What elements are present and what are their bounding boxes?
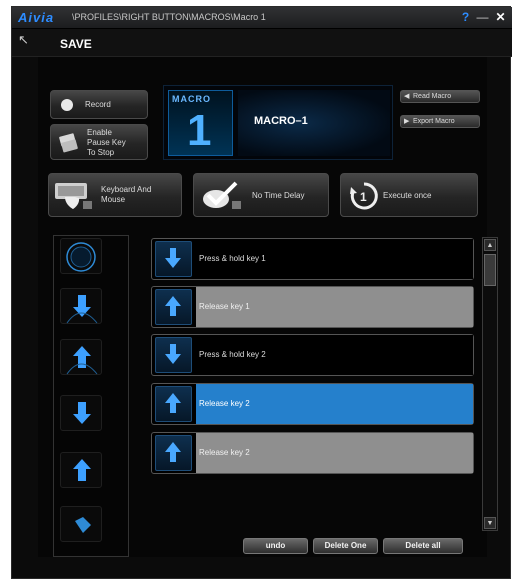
toolbar: ↖ SAVE bbox=[12, 29, 512, 57]
keyboard-and-mouse-label-1: Keyboard And bbox=[101, 185, 152, 194]
execute-once-label: Execute once bbox=[383, 191, 432, 200]
press-down-icon bbox=[73, 402, 91, 424]
macro-panel: MACRO 1 MACRO–1 bbox=[163, 85, 393, 160]
event-row[interactable]: Release key 2 bbox=[151, 432, 474, 474]
release-up-icon bbox=[73, 459, 91, 481]
event-row-label: Press & hold key 2 bbox=[196, 335, 473, 375]
macro-number: 1 bbox=[187, 106, 212, 155]
record-label: Record bbox=[85, 100, 111, 109]
breadcrumb-path: \PROFILES\RIGHT BUTTON\MACROS\Macro 1 bbox=[72, 12, 266, 22]
no-time-delay-button[interactable]: No Time Delay bbox=[193, 173, 329, 217]
no-time-delay-label: No Time Delay bbox=[252, 191, 305, 200]
tool-delay-button[interactable] bbox=[60, 238, 102, 274]
macro-name: MACRO–1 bbox=[254, 115, 308, 127]
event-row[interactable]: Press & hold key 2 bbox=[151, 334, 474, 376]
scroll-up-icon[interactable]: ▲ bbox=[484, 239, 496, 251]
back-arrow-icon[interactable]: ↖ bbox=[18, 32, 29, 48]
app-window: Aivia \PROFILES\RIGHT BUTTON\MACROS\Macr… bbox=[11, 6, 512, 579]
macro-editor: Record Enable Pause Key To Stop MACRO 1 … bbox=[38, 57, 498, 557]
delete-all-button[interactable]: Delete all bbox=[383, 538, 463, 554]
svg-text:1: 1 bbox=[360, 190, 367, 204]
read-macro-label: Read Macro bbox=[413, 93, 452, 100]
insert-tool-column bbox=[53, 235, 129, 557]
macro-panel-label: MACRO bbox=[172, 94, 211, 104]
export-macro-button[interactable]: ▶ Export Macro bbox=[400, 115, 480, 128]
press-down-icon bbox=[66, 295, 98, 324]
release-up-icon bbox=[155, 386, 192, 422]
enable-pause-label-3: To Stop bbox=[87, 148, 115, 157]
enable-pause-label-2: Pause Key bbox=[87, 138, 126, 147]
keyboard-and-mouse-label-2: Mouse bbox=[101, 195, 126, 204]
scroll-thumb[interactable] bbox=[484, 254, 496, 286]
keyboard-mouse-icon bbox=[55, 183, 92, 209]
close-icon[interactable]: ✕ bbox=[493, 10, 508, 25]
scroll-down-icon[interactable]: ▼ bbox=[484, 517, 496, 529]
checkmark-cup-icon bbox=[203, 181, 241, 209]
execute-once-button[interactable]: 1 Execute once bbox=[340, 173, 478, 217]
tool-press-alt-button[interactable] bbox=[60, 395, 102, 431]
keyboard-and-mouse-button[interactable]: Keyboard And Mouse bbox=[48, 173, 182, 217]
read-arrow-icon: ◀ bbox=[404, 93, 410, 100]
release-up-icon bbox=[155, 435, 192, 471]
press-down-icon bbox=[155, 337, 192, 373]
release-up-icon bbox=[66, 346, 98, 375]
record-button[interactable]: Record bbox=[50, 90, 148, 119]
export-arrow-icon: ▶ bbox=[404, 118, 410, 125]
title-bar: Aivia \PROFILES\RIGHT BUTTON\MACROS\Macr… bbox=[12, 7, 512, 29]
event-row[interactable]: Press & hold key 1 bbox=[151, 238, 474, 280]
mouse-click-icon bbox=[75, 517, 91, 533]
read-macro-button[interactable]: ◀ Read Macro bbox=[400, 90, 480, 103]
brand-logo: Aivia bbox=[18, 10, 55, 25]
tool-release-button[interactable] bbox=[60, 339, 102, 375]
record-dot-icon bbox=[61, 99, 73, 111]
macro-name-display: MACRO–1 bbox=[238, 90, 390, 156]
enable-pause-key-button[interactable]: Enable Pause Key To Stop bbox=[50, 124, 148, 160]
event-row-label: Release key 2 bbox=[196, 384, 473, 424]
event-row[interactable]: Release key 2 bbox=[151, 383, 474, 425]
release-up-icon bbox=[155, 289, 192, 325]
macro-number-box: MACRO 1 bbox=[168, 90, 233, 156]
minimize-icon[interactable]: — bbox=[475, 10, 490, 25]
tool-release-alt-button[interactable] bbox=[60, 452, 102, 488]
event-row-label: Release key 2 bbox=[196, 433, 473, 473]
export-macro-label: Export Macro bbox=[413, 118, 455, 125]
enable-pause-label-1: Enable bbox=[87, 128, 112, 137]
save-button[interactable]: SAVE bbox=[60, 37, 92, 51]
event-row-label: Press & hold key 1 bbox=[196, 239, 473, 279]
help-icon[interactable]: ? bbox=[458, 10, 473, 25]
event-row-label: Release key 1 bbox=[196, 287, 473, 327]
undo-button[interactable]: undo bbox=[243, 538, 308, 554]
tool-press-button[interactable] bbox=[60, 288, 102, 324]
execute-once-icon: 1 bbox=[350, 182, 378, 210]
keyboard-stack-icon bbox=[59, 133, 78, 153]
timer-icon bbox=[66, 242, 96, 272]
press-down-icon bbox=[155, 241, 192, 277]
tool-mouse-button[interactable] bbox=[60, 506, 102, 542]
event-row[interactable]: Release key 1 bbox=[151, 286, 474, 328]
event-list-scrollbar[interactable]: ▲ ▼ bbox=[482, 237, 498, 531]
delete-one-button[interactable]: Delete One bbox=[313, 538, 378, 554]
